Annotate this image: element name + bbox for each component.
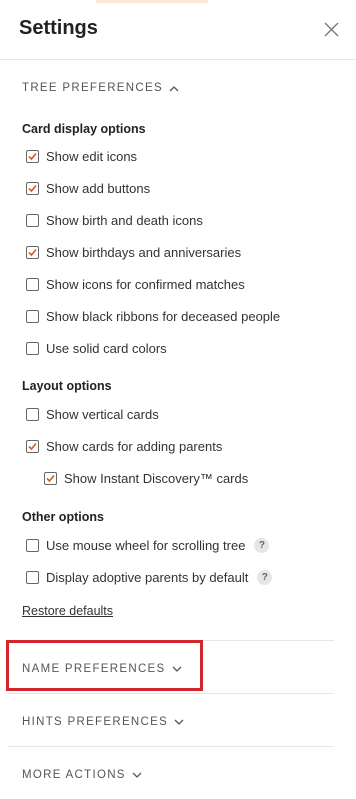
chevron-down-icon: [132, 772, 142, 778]
checkbox[interactable]: [26, 342, 39, 355]
checkbox[interactable]: [26, 182, 39, 195]
option-label: Show Instant Discovery™ cards: [64, 471, 249, 486]
checkbox[interactable]: [26, 310, 39, 323]
option-show-add-buttons[interactable]: Show add buttons: [26, 181, 150, 196]
chevron-up-icon: [169, 85, 179, 91]
settings-header: Settings: [0, 0, 356, 60]
help-icon[interactable]: ?: [257, 570, 273, 585]
option-display-adoptive-parents[interactable]: Display adoptive parents by default ?: [26, 570, 273, 585]
option-label: Use solid card colors: [46, 341, 167, 356]
option-label: Display adoptive parents by default: [46, 570, 249, 585]
option-label: Use mouse wheel for scrolling tree: [46, 538, 246, 553]
highlight-box: [6, 640, 203, 691]
option-use-solid-card-colors[interactable]: Use solid card colors: [26, 341, 167, 356]
option-show-birthdays-anniversaries[interactable]: Show birthdays and anniversaries: [26, 245, 241, 260]
hints-preferences-toggle[interactable]: HINTS PREFERENCES: [22, 716, 184, 728]
option-label: Show cards for adding parents: [46, 439, 223, 454]
option-label: Show birthdays and anniversaries: [46, 245, 242, 260]
checkbox[interactable]: [26, 408, 39, 421]
checkbox[interactable]: [26, 246, 39, 259]
option-show-adding-parents-cards[interactable]: Show cards for adding parents: [26, 439, 222, 454]
chevron-down-icon: [174, 719, 184, 725]
other-options-title: Other options: [22, 510, 104, 524]
help-icon[interactable]: ?: [254, 538, 270, 553]
hints-preferences-label: HINTS PREFERENCES: [22, 716, 169, 728]
option-mouse-wheel-scrolling[interactable]: Use mouse wheel for scrolling tree ?: [26, 538, 270, 553]
option-label: Show edit icons: [46, 149, 138, 164]
option-label: Show birth and death icons: [46, 213, 203, 228]
restore-defaults-link[interactable]: Restore defaults: [22, 604, 113, 618]
more-actions-toggle[interactable]: MORE ACTIONS: [22, 769, 142, 781]
checkbox[interactable]: [26, 440, 39, 453]
tree-preferences-toggle[interactable]: TREE PREFERENCES: [22, 82, 179, 94]
option-show-confirmed-match-icons[interactable]: Show icons for confirmed matches: [26, 277, 245, 292]
close-icon[interactable]: [322, 20, 342, 40]
option-label: Show vertical cards: [46, 407, 159, 422]
tree-preferences-label: TREE PREFERENCES: [22, 82, 163, 94]
checkbox[interactable]: [26, 278, 39, 291]
divider: [8, 693, 334, 694]
option-show-birth-death-icons[interactable]: Show birth and death icons: [26, 213, 203, 228]
card-display-title: Card display options: [22, 122, 146, 136]
option-label: Show icons for confirmed matches: [46, 277, 245, 292]
page-title: Settings: [19, 17, 98, 39]
option-label: Show black ribbons for deceased people: [46, 309, 281, 324]
layout-options-title: Layout options: [22, 379, 112, 393]
option-show-black-ribbons[interactable]: Show black ribbons for deceased people: [26, 309, 280, 324]
checkbox[interactable]: [26, 571, 39, 584]
checkbox[interactable]: [44, 472, 57, 485]
option-show-instant-discovery-cards[interactable]: Show Instant Discovery™ cards: [44, 471, 248, 486]
checkbox[interactable]: [26, 539, 39, 552]
checkbox[interactable]: [26, 150, 39, 163]
more-actions-label: MORE ACTIONS: [22, 769, 126, 781]
divider: [8, 746, 334, 747]
option-label: Show add buttons: [46, 181, 151, 196]
option-show-vertical-cards[interactable]: Show vertical cards: [26, 407, 159, 422]
option-show-edit-icons[interactable]: Show edit icons: [26, 149, 137, 164]
checkbox[interactable]: [26, 214, 39, 227]
